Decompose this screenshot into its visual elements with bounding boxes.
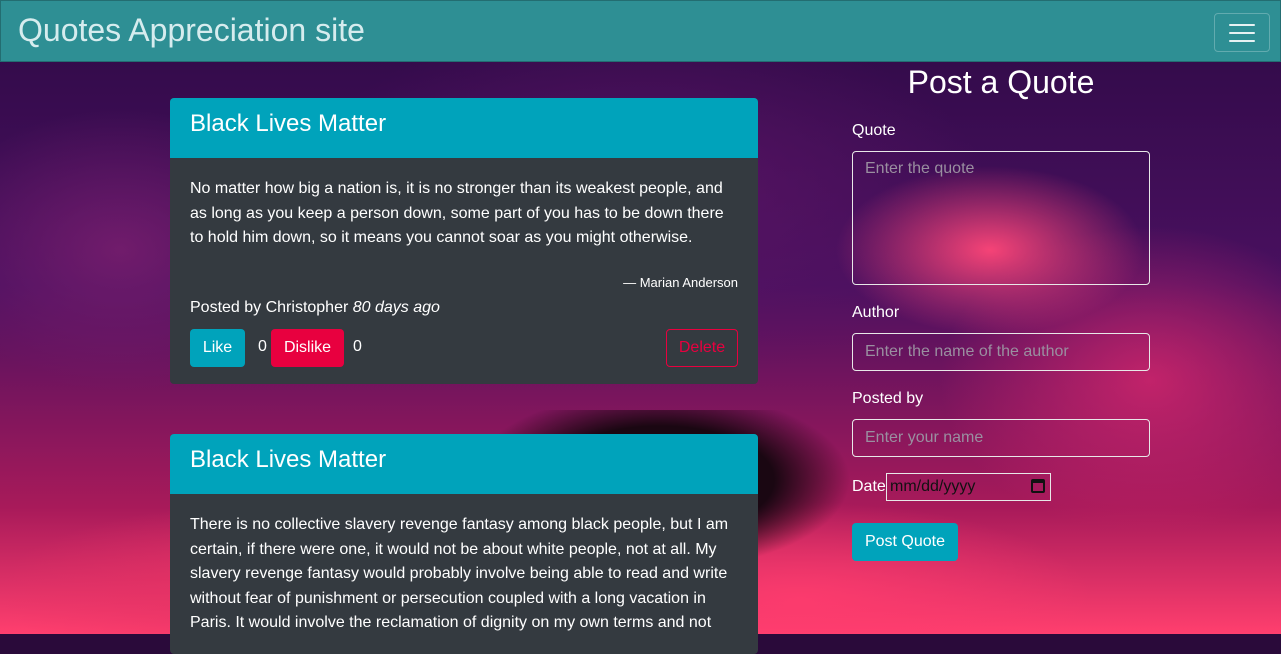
post-quote-button[interactable]: Post Quote: [852, 523, 958, 561]
quote-card-body: No matter how big a nation is, it is no …: [170, 158, 758, 384]
calendar-icon[interactable]: [1031, 479, 1045, 493]
quote-author: — Marian Anderson: [623, 274, 738, 290]
quote-card: Black Lives Matter There is no collectiv…: [170, 434, 758, 654]
like-count: 0: [258, 337, 267, 355]
posted-time: 80 days ago: [352, 298, 440, 316]
navbar-toggler-button[interactable]: [1214, 13, 1270, 52]
date-label: Date: [852, 478, 886, 495]
hamburger-menu-icon: [1229, 32, 1255, 34]
posted-info: Posted by Christopher 80 days ago: [190, 299, 738, 317]
dislike-count: 0: [353, 337, 362, 355]
site-brand[interactable]: Quotes Appreciation site: [18, 12, 365, 49]
posted-by-input[interactable]: [852, 419, 1150, 457]
hamburger-menu-icon: [1229, 24, 1255, 26]
like-button[interactable]: Like: [190, 328, 245, 367]
navbar: Quotes Appreciation site: [0, 0, 1281, 62]
date-placeholder: mm/dd/yyyy: [890, 478, 976, 495]
author-label: Author: [852, 304, 900, 321]
posted-by-label: Posted by: [852, 390, 924, 407]
quote-actions: Like 0 Dislike 0 Delete: [190, 328, 738, 385]
hamburger-menu-icon: [1229, 40, 1255, 42]
quote-label: Quote: [852, 122, 896, 139]
quote-card: Black Lives Matter No matter how big a n…: [170, 98, 758, 384]
quote-card-title: Black Lives Matter: [170, 98, 758, 158]
dislike-button[interactable]: Dislike: [271, 328, 344, 367]
quote-text: No matter how big a nation is, it is no …: [190, 180, 724, 246]
posted-by: Posted by Christopher: [190, 298, 349, 316]
quote-textarea[interactable]: [852, 151, 1150, 285]
delete-button[interactable]: Delete: [666, 328, 738, 367]
date-input[interactable]: mm/dd/yyyy: [886, 473, 1051, 501]
quote-text: There is no collective slavery revenge f…: [190, 516, 729, 631]
quote-card-title: Black Lives Matter: [170, 434, 758, 494]
form-title: Post a Quote: [907, 64, 1095, 100]
quote-card-body: There is no collective slavery revenge f…: [170, 494, 758, 636]
author-input[interactable]: [852, 333, 1150, 371]
